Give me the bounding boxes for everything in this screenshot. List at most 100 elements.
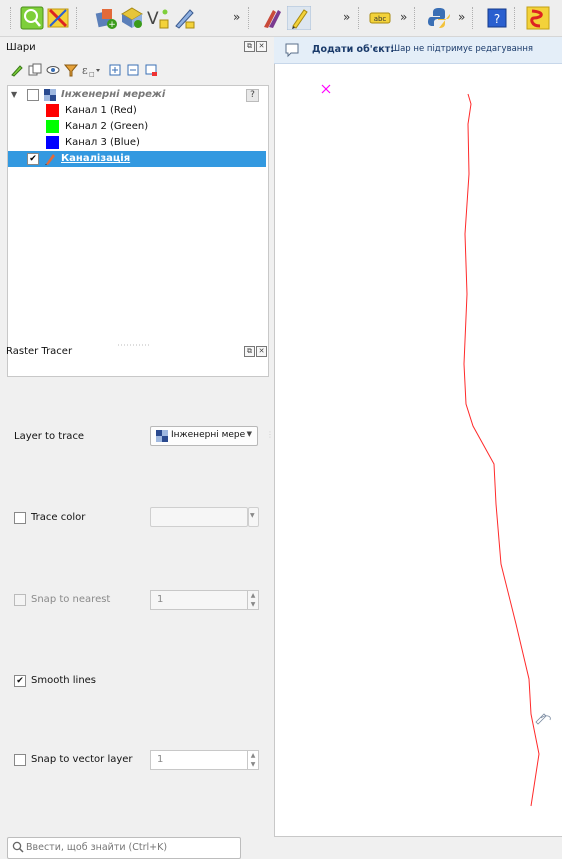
layer-name: Інженерні мережі (61, 89, 166, 100)
message-title: Додати об'єкт: (312, 44, 394, 55)
help-icon[interactable]: ? (485, 6, 509, 30)
svg-text:V: V (147, 9, 159, 29)
open-styling-icon[interactable] (10, 63, 24, 77)
collapse-arrow-icon[interactable]: ▼ (11, 87, 17, 103)
layer-to-trace-combobox[interactable]: Інженерні мере ▼ (150, 426, 258, 446)
spin-arrows-icon[interactable]: ▲ ▼ (247, 751, 258, 769)
svg-text:+: + (108, 20, 116, 30)
layer-visibility-checkbox[interactable]: ✔ (27, 153, 39, 165)
snap-to-nearest-checkbox[interactable] (14, 594, 26, 606)
spin-arrows-icon[interactable]: ▲ ▼ (247, 591, 258, 609)
collapse-all-icon[interactable] (126, 63, 140, 77)
layer-tree: ▼ Інженерні мережі ? Канал 1 (Red) Канал… (7, 85, 269, 377)
layer-to-trace-label: Layer to trace (14, 431, 85, 442)
filter-by-expression-icon[interactable]: ε □ (82, 63, 102, 78)
python-console-icon[interactable] (427, 6, 451, 30)
raster-tracer-plugin-icon[interactable] (526, 6, 550, 30)
svg-text:?: ? (494, 12, 500, 26)
digitize-cursor-icon (535, 713, 551, 725)
close-panel-icon[interactable]: ✕ (256, 346, 267, 357)
tree-item-group[interactable]: ▼ Інженерні мережі ? (8, 87, 266, 103)
add-virtual-layer-icon[interactable] (120, 6, 144, 30)
float-panel-icon[interactable]: ⧉ (244, 41, 255, 52)
layer-visibility-checkbox[interactable] (27, 89, 39, 101)
layers-panel: Шари ⧉ ✕ ε □ ▼ Інженерні мережі ? Канал … (0, 37, 272, 377)
snap-to-vector-spinbox[interactable]: 1 ▲ ▼ (150, 750, 259, 770)
trace-color-checkbox[interactable] (14, 512, 26, 524)
float-panel-icon[interactable]: ⧉ (244, 346, 255, 357)
toolbar-overflow-icon[interactable]: » (458, 10, 465, 24)
svg-text:□: □ (89, 71, 95, 77)
snap-to-nearest-value: 1 (157, 594, 164, 605)
message-speech-icon (284, 42, 300, 61)
snap-to-vector-checkbox[interactable] (14, 754, 26, 766)
toolbar-separator (358, 7, 361, 29)
remove-layer-icon[interactable] (144, 63, 158, 77)
add-group-icon[interactable] (28, 63, 42, 77)
toolbar-separator (472, 7, 475, 29)
tree-item-band: Канал 2 (Green) (8, 119, 266, 135)
snap-to-nearest-label: Snap to nearest (31, 594, 111, 605)
snap-to-vector-value: 1 (157, 754, 164, 765)
line-layer-pencil-icon (44, 152, 57, 171)
svg-text:abc: abc (374, 15, 387, 23)
map-canvas-area: Додати об'єкт: Шар не підтримує редагува… (274, 37, 562, 852)
trace-color-dropdown[interactable]: ▼ (248, 507, 259, 527)
map-rendering (321, 84, 551, 807)
filter-legend-icon[interactable] (63, 63, 79, 77)
trace-color-label: Trace color (31, 512, 86, 523)
current-edits-icon[interactable] (260, 6, 284, 30)
layer-name: Каналізація (61, 153, 131, 164)
search-input[interactable] (26, 838, 236, 856)
tree-item-band: Канал 1 (Red) (8, 103, 266, 119)
snap-to-nearest-spinbox[interactable]: 1 ▲ ▼ (150, 590, 259, 610)
raster-tracer-panel: Raster Tracer ⧉ ✕ Layer to trace Інженер… (0, 340, 274, 859)
toolbar-overflow-icon[interactable]: » (400, 10, 407, 24)
layer-to-trace-value: Інженерні мере (171, 430, 245, 440)
band-name: Канал 3 (Blue) (65, 137, 140, 148)
label-tool-icon[interactable]: abc (368, 6, 392, 30)
toggle-editing-pencil-icon[interactable] (286, 5, 312, 31)
trace-color-button[interactable] (150, 507, 248, 527)
splitter-handle-icon: ⋮ (266, 430, 274, 439)
search-icon (12, 841, 24, 856)
band-color-swatch (46, 120, 59, 133)
locator-search-box[interactable] (7, 837, 241, 859)
unknown-crs-icon[interactable]: ? (246, 89, 259, 102)
expand-all-icon[interactable] (108, 63, 122, 77)
message-text: Шар не підтримує редагування (391, 44, 534, 54)
band-name: Канал 1 (Red) (65, 105, 137, 116)
tree-item-layer-kanalizatsiia[interactable]: ✔ Каналізація (8, 151, 266, 167)
band-color-swatch (46, 136, 59, 149)
svg-text:ε: ε (82, 64, 88, 77)
manage-visibility-icon[interactable] (46, 63, 60, 77)
dropdown-arrow-icon: ▼ (250, 512, 255, 519)
band-name: Канал 2 (Green) (65, 121, 149, 132)
dropdown-arrow-icon: ▼ (246, 430, 252, 438)
main-toolbar: + V » » abc » » ? (0, 0, 562, 37)
smooth-lines-label: Smooth lines (31, 675, 97, 686)
toolbar-separator (248, 7, 251, 29)
digitize-pen-icon[interactable] (172, 6, 196, 30)
smooth-lines-checkbox[interactable]: ✔ (14, 675, 26, 687)
close-panel-icon[interactable]: ✕ (256, 41, 267, 52)
traced-line (463, 93, 540, 807)
new-vector-layer-icon[interactable]: V (146, 6, 170, 30)
message-bar: Додати об'єкт: Шар не підтримує редагува… (274, 37, 562, 64)
add-raster-layer-icon[interactable]: + (94, 6, 118, 30)
zoom-full-icon[interactable] (20, 6, 44, 30)
map-canvas[interactable] (274, 64, 562, 837)
deselect-features-icon[interactable] (46, 6, 70, 30)
toolbar-separator (514, 7, 517, 29)
raster-layer-icon (156, 430, 168, 445)
toolbar-separator (10, 7, 13, 29)
vertex-marker-icon (321, 84, 331, 94)
snap-to-vector-label: Snap to vector layer (31, 754, 133, 765)
toolbar-overflow-icon[interactable]: » (343, 10, 350, 24)
toolbar-separator (76, 7, 79, 29)
band-color-swatch (46, 104, 59, 117)
raster-tracer-title: Raster Tracer (6, 346, 73, 357)
toolbar-separator (414, 7, 417, 29)
layers-panel-title: Шари (6, 42, 36, 53)
toolbar-overflow-icon[interactable]: » (233, 10, 240, 24)
